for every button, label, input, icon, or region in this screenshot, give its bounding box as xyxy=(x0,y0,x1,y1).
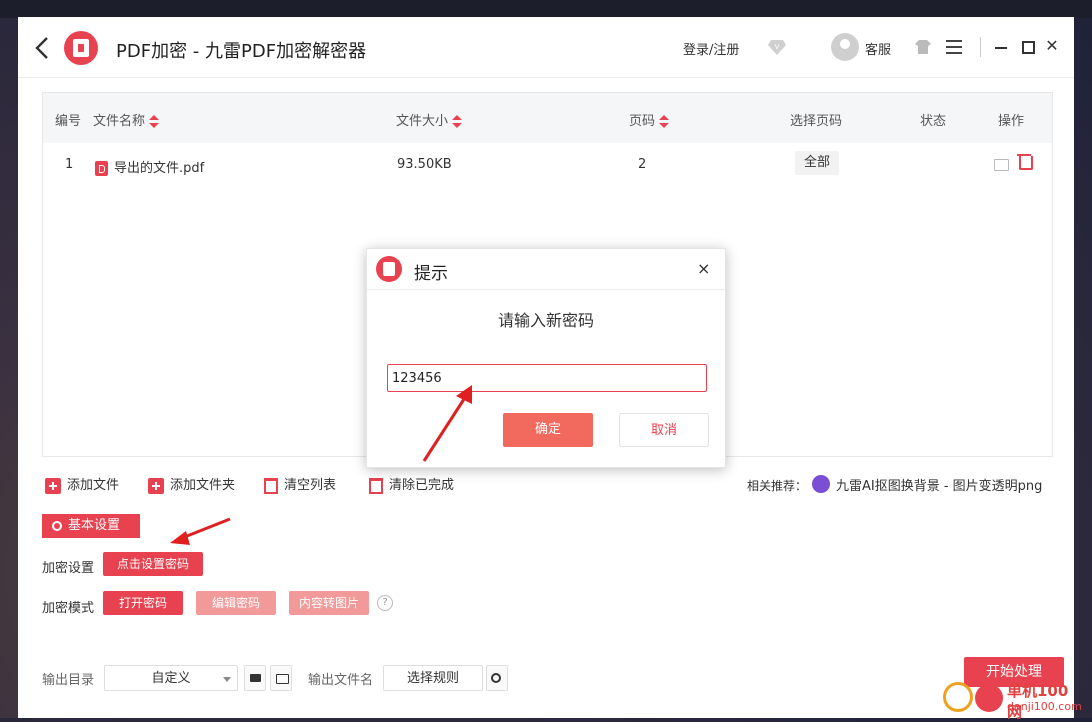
watermark-logo-icon xyxy=(943,682,973,712)
watermark-logo-icon xyxy=(975,684,1003,712)
annotation-arrows xyxy=(170,385,472,545)
modal-overlay: 提示 × 请输入新密码 确定 取消 xyxy=(0,0,1092,718)
watermark-url: danji100.com xyxy=(1007,700,1082,713)
annotation-arrow-settings xyxy=(170,517,231,545)
annotation-arrow-dialog xyxy=(422,385,472,462)
site-watermark: 单机100网 danji100.com xyxy=(943,680,1083,721)
